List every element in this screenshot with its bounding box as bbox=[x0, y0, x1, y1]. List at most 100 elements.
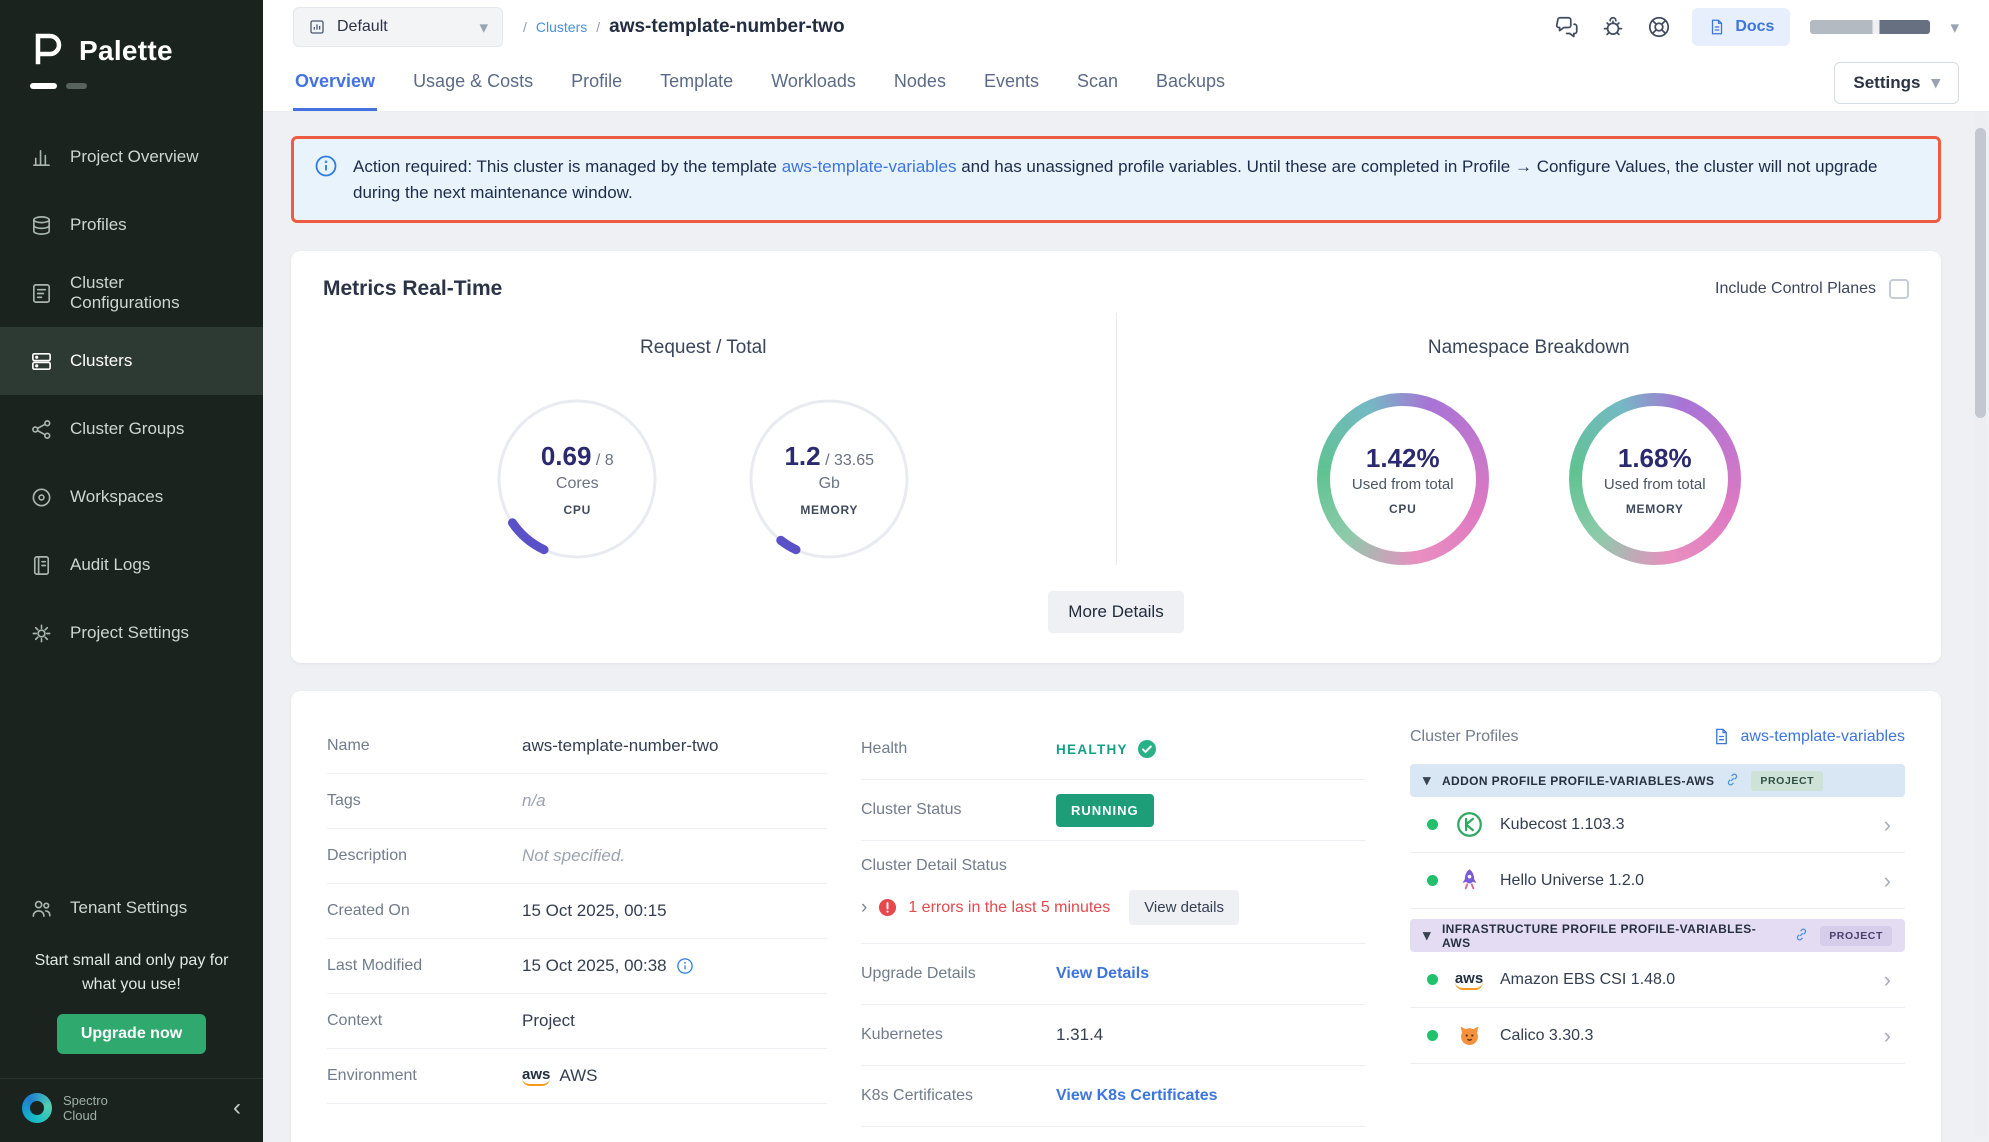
main-area: Default ▾ / Clusters / aws-template-numb… bbox=[263, 0, 1989, 1142]
detail-row-context: Context Project bbox=[327, 994, 827, 1049]
aws-logo-icon: aws bbox=[522, 1066, 550, 1086]
cluster-status-row: Cluster Status RUNNING bbox=[861, 780, 1366, 841]
tab-events[interactable]: Events bbox=[982, 54, 1041, 111]
sidebar-item-label: Project Overview bbox=[70, 147, 198, 167]
health-row: Health HEALTHY bbox=[861, 719, 1366, 780]
upgrade-view-details-link[interactable]: View Details bbox=[1056, 965, 1149, 983]
infrastructure-profile-group: ▾ INFRASTRUCTURE PROFILE PROFILE-VARIABL… bbox=[1410, 919, 1905, 1064]
sidebar-item-workspaces[interactable]: Workspaces bbox=[0, 463, 263, 531]
people-icon bbox=[30, 897, 53, 920]
sidebar-item-profiles[interactable]: Profiles bbox=[0, 191, 263, 259]
namespace-breakdown-title: Namespace Breakdown bbox=[1428, 337, 1630, 359]
docs-button[interactable]: Docs bbox=[1692, 8, 1790, 46]
clusters-icon bbox=[30, 350, 53, 373]
sidebar-item-project-overview[interactable]: Project Overview bbox=[0, 123, 263, 191]
chevron-right-icon: › bbox=[1884, 870, 1891, 892]
chat-icon[interactable] bbox=[1554, 14, 1580, 40]
tab-profile[interactable]: Profile bbox=[569, 54, 624, 111]
document-icon bbox=[1712, 727, 1731, 746]
infrastructure-profile-header[interactable]: ▾ INFRASTRUCTURE PROFILE PROFILE-VARIABL… bbox=[1410, 919, 1905, 952]
project-badge: PROJECT bbox=[1820, 926, 1892, 946]
calico-cat-icon bbox=[1453, 1022, 1485, 1049]
tab-workloads[interactable]: Workloads bbox=[769, 54, 858, 111]
project-selector[interactable]: Default ▾ bbox=[293, 7, 503, 47]
template-profile-link[interactable]: aws-template-variables bbox=[1712, 727, 1905, 746]
bug-report-icon[interactable] bbox=[1600, 14, 1626, 40]
cluster-details-card: Name aws-template-number-two Tags n/a De… bbox=[291, 691, 1941, 1142]
app-root: Palette Project Overview Profiles Cluste… bbox=[0, 0, 1989, 1142]
logo-block: Palette bbox=[0, 0, 263, 97]
disc-icon bbox=[30, 486, 53, 509]
include-control-planes-checkbox[interactable] bbox=[1889, 279, 1909, 299]
chevron-right-icon: › bbox=[1884, 1025, 1891, 1047]
action-required-alert: Action required: This cluster is managed… bbox=[291, 136, 1941, 223]
sidebar-nav: Project Overview Profiles Cluster Config… bbox=[0, 123, 263, 667]
pack-row-hello-universe[interactable]: Hello Universe 1.2.0 › bbox=[1410, 853, 1905, 909]
brand-name: Spectro Cloud bbox=[63, 1093, 108, 1124]
chevron-right-icon: › bbox=[1884, 969, 1891, 991]
k8s-certificates-row: K8s Certificates View K8s Certificates bbox=[861, 1066, 1366, 1127]
more-details-button[interactable]: More Details bbox=[1048, 591, 1183, 633]
sidebar-item-cluster-configurations[interactable]: Cluster Configurations bbox=[0, 259, 263, 327]
info-icon[interactable] bbox=[676, 957, 694, 975]
upgrade-details-row: Upgrade Details View Details bbox=[861, 944, 1366, 1005]
tab-nodes[interactable]: Nodes bbox=[892, 54, 948, 111]
sidebar-item-project-settings[interactable]: Project Settings bbox=[0, 599, 263, 667]
upgrade-now-button[interactable]: Upgrade now bbox=[57, 1014, 206, 1054]
sidebar-item-tenant-settings[interactable]: Tenant Settings bbox=[0, 877, 263, 939]
metrics-card: Metrics Real-Time Include Control Planes… bbox=[291, 251, 1941, 663]
memory-namespace-donut: 1.68% Used from total MEMORY bbox=[1569, 393, 1741, 565]
expand-chevron-icon[interactable]: › bbox=[861, 898, 867, 917]
view-details-button[interactable]: View details bbox=[1129, 890, 1239, 925]
sidebar-item-label: Profiles bbox=[70, 215, 127, 235]
running-status-badge: RUNNING bbox=[1056, 794, 1154, 827]
sidebar-item-label: Project Settings bbox=[70, 623, 189, 643]
template-variables-link[interactable]: aws-template-variables bbox=[782, 157, 957, 176]
detail-row-description: Description Not specified. bbox=[327, 829, 827, 884]
sidebar-item-label: Workspaces bbox=[70, 487, 163, 507]
support-lifebuoy-icon[interactable] bbox=[1646, 14, 1672, 40]
breadcrumb-clusters-link[interactable]: Clusters bbox=[536, 19, 587, 35]
pack-row-calico[interactable]: Calico 3.30.3 › bbox=[1410, 1008, 1905, 1064]
chevron-down-icon: ▾ bbox=[1423, 773, 1431, 788]
addon-profile-group: ▾ ADDON PROFILE PROFILE-VARIABLES-AWS PR… bbox=[1410, 764, 1905, 909]
bar-icon bbox=[30, 83, 57, 89]
sidebar-collapse-icon[interactable]: ‹ bbox=[233, 1096, 241, 1120]
errors-summary: 1 errors in the last 5 minutes bbox=[908, 899, 1110, 917]
document-icon bbox=[1708, 18, 1726, 36]
sidebar-item-label: Clusters bbox=[70, 351, 132, 371]
project-grid-icon bbox=[308, 18, 326, 36]
chevron-down-icon[interactable]: ▾ bbox=[1950, 19, 1959, 36]
detail-row-created-on: Created On 15 Oct 2025, 00:15 bbox=[327, 884, 827, 939]
scrollbar-thumb[interactable] bbox=[1975, 128, 1986, 418]
tab-backups[interactable]: Backups bbox=[1154, 54, 1227, 111]
sidebar-item-cluster-groups[interactable]: Cluster Groups bbox=[0, 395, 263, 463]
tab-scan[interactable]: Scan bbox=[1075, 54, 1120, 111]
request-total-section: Request / Total 0.69 / 8 Cores bbox=[291, 313, 1116, 565]
metrics-title: Metrics Real-Time bbox=[323, 277, 502, 301]
tab-usage-costs[interactable]: Usage & Costs bbox=[411, 54, 535, 111]
view-k8s-certificates-link[interactable]: View K8s Certificates bbox=[1056, 1087, 1218, 1105]
sidebar-item-clusters[interactable]: Clusters bbox=[0, 327, 263, 395]
tab-overview[interactable]: Overview bbox=[293, 54, 377, 111]
tab-template[interactable]: Template bbox=[658, 54, 735, 111]
settings-button[interactable]: Settings ▾ bbox=[1834, 62, 1959, 104]
request-total-title: Request / Total bbox=[640, 337, 766, 359]
upgrade-promo-text: Start small and only pay for what you us… bbox=[26, 949, 237, 995]
chevron-down-icon: ▾ bbox=[1931, 74, 1940, 91]
aws-logo-icon: aws bbox=[1453, 970, 1485, 990]
namespace-breakdown-section: Namespace Breakdown 1.42% Used from tota… bbox=[1116, 313, 1942, 565]
cpu-namespace-donut: 1.42% Used from total CPU bbox=[1317, 393, 1489, 565]
cluster-profiles-column: Cluster Profiles aws-template-variables … bbox=[1410, 719, 1905, 1127]
app-logo-text: Palette bbox=[79, 35, 173, 67]
page-title: aws-template-number-two bbox=[609, 16, 844, 38]
addon-profile-header[interactable]: ▾ ADDON PROFILE PROFILE-VARIABLES-AWS PR… bbox=[1410, 764, 1905, 797]
sidebar-bottom: Tenant Settings Start small and only pay… bbox=[0, 877, 263, 1142]
detail-row-environment: Environment aws AWS bbox=[327, 1049, 827, 1104]
sidebar-item-label: Tenant Settings bbox=[70, 898, 187, 918]
pack-row-amazon-ebs-csi[interactable]: aws Amazon EBS CSI 1.48.0 › bbox=[1410, 952, 1905, 1008]
share-nodes-icon bbox=[30, 418, 53, 441]
link-icon bbox=[1794, 927, 1809, 945]
pack-row-kubecost[interactable]: Kubecost 1.103.3 › bbox=[1410, 797, 1905, 853]
sidebar-item-audit-logs[interactable]: Audit Logs bbox=[0, 531, 263, 599]
